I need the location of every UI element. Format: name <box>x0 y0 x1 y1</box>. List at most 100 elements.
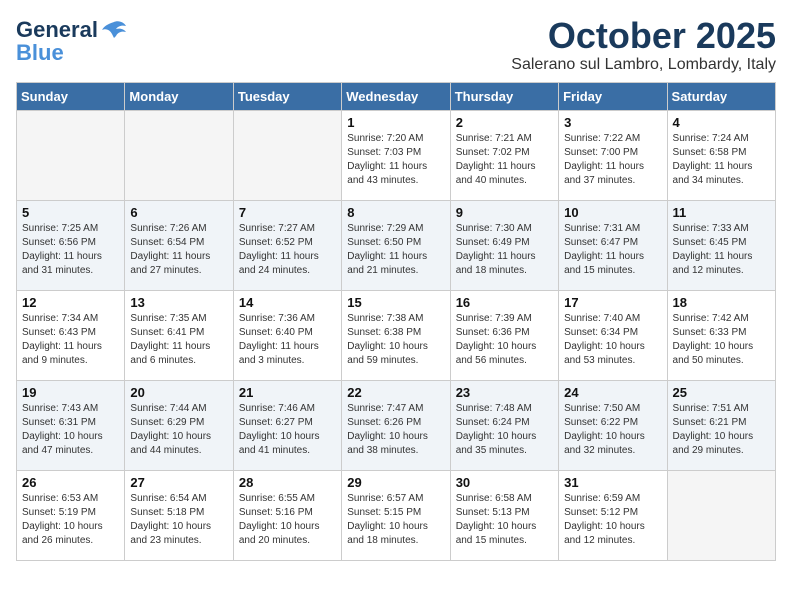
day-number: 16 <box>456 295 553 310</box>
calendar-cell: 4 Sunrise: 7:24 AMSunset: 6:58 PMDaylight… <box>667 110 775 200</box>
calendar-cell: 5 Sunrise: 7:25 AMSunset: 6:56 PMDaylight… <box>17 200 125 290</box>
day-number: 23 <box>456 385 553 400</box>
day-number: 19 <box>22 385 119 400</box>
day-number: 12 <box>22 295 119 310</box>
day-number: 7 <box>239 205 336 220</box>
day-info: Sunrise: 7:43 AMSunset: 6:31 PMDaylight:… <box>22 402 119 458</box>
col-header-saturday: Saturday <box>667 82 775 110</box>
day-number: 5 <box>22 205 119 220</box>
calendar-cell: 23 Sunrise: 7:48 AMSunset: 6:24 PMDayligh… <box>450 380 558 470</box>
calendar-cell: 6Sunrise: 7:26 AMSunset: 6:54 PMDaylight… <box>125 200 233 290</box>
day-number: 17 <box>564 295 661 310</box>
calendar-cell <box>233 110 341 200</box>
day-info: Sunrise: 7:50 AMSunset: 6:22 PMDaylight:… <box>564 402 661 458</box>
day-number: 11 <box>673 205 770 220</box>
day-info: Sunrise: 7:40 AMSunset: 6:34 PMDaylight:… <box>564 312 661 368</box>
calendar-cell: 13Sunrise: 7:35 AMSunset: 6:41 PMDayligh… <box>125 290 233 380</box>
day-number: 2 <box>456 115 553 130</box>
day-number: 21 <box>239 385 336 400</box>
calendar-cell: 8 Sunrise: 7:29 AMSunset: 6:50 PMDaylight… <box>342 200 450 290</box>
calendar-week-row: 26Sunrise: 6:53 AMSunset: 5:19 PMDayligh… <box>17 470 776 560</box>
day-info: Sunrise: 7:29 AMSunset: 6:50 PMDaylight:… <box>347 222 444 278</box>
day-info: Sunrise: 7:42 AMSunset: 6:33 PMDaylight:… <box>673 312 770 368</box>
calendar-cell <box>667 470 775 560</box>
day-info: Sunrise: 7:51 AMSunset: 6:21 PMDaylight:… <box>673 402 770 458</box>
day-info: Sunrise: 7:26 AMSunset: 6:54 PMDaylight:… <box>130 222 227 278</box>
calendar-cell: 21 Sunrise: 7:46 AMSunset: 6:27 PMDayligh… <box>233 380 341 470</box>
day-info: Sunrise: 7:44 AMSunset: 6:29 PMDaylight:… <box>130 402 227 458</box>
day-number: 28 <box>239 475 336 490</box>
calendar-table: SundayMondayTuesdayWednesdayThursdayFrid… <box>16 82 776 561</box>
calendar-cell: 18 Sunrise: 7:42 AMSunset: 6:33 PMDayligh… <box>667 290 775 380</box>
day-number: 25 <box>673 385 770 400</box>
day-info: Sunrise: 7:35 AMSunset: 6:41 PMDaylight:… <box>130 312 227 368</box>
calendar-cell: 25 Sunrise: 7:51 AMSunset: 6:21 PMDayligh… <box>667 380 775 470</box>
day-info: Sunrise: 6:58 AMSunset: 5:13 PMDaylight:… <box>456 492 553 548</box>
day-info: Sunrise: 7:33 AMSunset: 6:45 PMDaylight:… <box>673 222 770 278</box>
location-subtitle: Salerano sul Lambro, Lombardy, Italy <box>511 56 776 74</box>
day-info: Sunrise: 7:24 AMSunset: 6:58 PMDaylight:… <box>673 132 770 188</box>
day-info: Sunrise: 7:47 AMSunset: 6:26 PMDaylight:… <box>347 402 444 458</box>
day-number: 30 <box>456 475 553 490</box>
calendar-cell: 7 Sunrise: 7:27 AMSunset: 6:52 PMDaylight… <box>233 200 341 290</box>
month-title: October 2025 <box>511 16 776 56</box>
calendar-cell: 22 Sunrise: 7:47 AMSunset: 6:26 PMDayligh… <box>342 380 450 470</box>
day-number: 22 <box>347 385 444 400</box>
day-info: Sunrise: 6:59 AMSunset: 5:12 PMDaylight:… <box>564 492 661 548</box>
calendar-cell: 29 Sunrise: 6:57 AMSunset: 5:15 PMDayligh… <box>342 470 450 560</box>
calendar-cell: 14Sunrise: 7:36 AMSunset: 6:40 PMDayligh… <box>233 290 341 380</box>
day-number: 4 <box>673 115 770 130</box>
calendar-cell: 9 Sunrise: 7:30 AMSunset: 6:49 PMDaylight… <box>450 200 558 290</box>
calendar-cell: 15 Sunrise: 7:38 AMSunset: 6:38 PMDayligh… <box>342 290 450 380</box>
calendar-cell: 1 Sunrise: 7:20 AMSunset: 7:03 PMDaylight… <box>342 110 450 200</box>
day-info: Sunrise: 7:27 AMSunset: 6:52 PMDaylight:… <box>239 222 336 278</box>
calendar-cell: 20 Sunrise: 7:44 AMSunset: 6:29 PMDayligh… <box>125 380 233 470</box>
day-number: 18 <box>673 295 770 310</box>
day-number: 9 <box>456 205 553 220</box>
day-number: 8 <box>347 205 444 220</box>
calendar-cell: 19 Sunrise: 7:43 AMSunset: 6:31 PMDayligh… <box>17 380 125 470</box>
calendar-cell: 2 Sunrise: 7:21 AMSunset: 7:02 PMDaylight… <box>450 110 558 200</box>
day-info: Sunrise: 7:22 AMSunset: 7:00 PMDaylight:… <box>564 132 661 188</box>
logo: General Blue <box>16 16 128 66</box>
day-info: Sunrise: 7:46 AMSunset: 6:27 PMDaylight:… <box>239 402 336 458</box>
col-header-thursday: Thursday <box>450 82 558 110</box>
day-info: Sunrise: 7:30 AMSunset: 6:49 PMDaylight:… <box>456 222 553 278</box>
col-header-monday: Monday <box>125 82 233 110</box>
day-info: Sunrise: 7:38 AMSunset: 6:38 PMDaylight:… <box>347 312 444 368</box>
calendar-cell: 30 Sunrise: 6:58 AMSunset: 5:13 PMDayligh… <box>450 470 558 560</box>
col-header-friday: Friday <box>559 82 667 110</box>
day-number: 24 <box>564 385 661 400</box>
day-info: Sunrise: 7:36 AMSunset: 6:40 PMDaylight:… <box>239 312 336 368</box>
day-number: 31 <box>564 475 661 490</box>
day-info: Sunrise: 7:34 AMSunset: 6:43 PMDaylight:… <box>22 312 119 368</box>
day-info: Sunrise: 6:55 AMSunset: 5:16 PMDaylight:… <box>239 492 336 548</box>
calendar-cell: 31 Sunrise: 6:59 AMSunset: 5:12 PMDayligh… <box>559 470 667 560</box>
calendar-cell: 3Sunrise: 7:22 AMSunset: 7:00 PMDaylight… <box>559 110 667 200</box>
day-info: Sunrise: 7:20 AMSunset: 7:03 PMDaylight:… <box>347 132 444 188</box>
day-number: 1 <box>347 115 444 130</box>
day-number: 20 <box>130 385 227 400</box>
calendar-cell: 24 Sunrise: 7:50 AMSunset: 6:22 PMDayligh… <box>559 380 667 470</box>
calendar-cell: 26Sunrise: 6:53 AMSunset: 5:19 PMDayligh… <box>17 470 125 560</box>
calendar-cell: 28 Sunrise: 6:55 AMSunset: 5:16 PMDayligh… <box>233 470 341 560</box>
calendar-cell <box>125 110 233 200</box>
day-info: Sunrise: 7:25 AMSunset: 6:56 PMDaylight:… <box>22 222 119 278</box>
logo-bird-icon <box>100 16 128 44</box>
day-info: Sunrise: 7:31 AMSunset: 6:47 PMDaylight:… <box>564 222 661 278</box>
calendar-cell: 27Sunrise: 6:54 AMSunset: 5:18 PMDayligh… <box>125 470 233 560</box>
col-header-tuesday: Tuesday <box>233 82 341 110</box>
day-info: Sunrise: 7:21 AMSunset: 7:02 PMDaylight:… <box>456 132 553 188</box>
calendar-cell: 12 Sunrise: 7:34 AMSunset: 6:43 PMDayligh… <box>17 290 125 380</box>
day-number: 15 <box>347 295 444 310</box>
day-info: Sunrise: 6:54 AMSunset: 5:18 PMDaylight:… <box>130 492 227 548</box>
calendar-cell: 10Sunrise: 7:31 AMSunset: 6:47 PMDayligh… <box>559 200 667 290</box>
day-info: Sunrise: 7:48 AMSunset: 6:24 PMDaylight:… <box>456 402 553 458</box>
page-header: General Blue October 2025 Salerano sul L… <box>16 16 776 74</box>
calendar-cell <box>17 110 125 200</box>
day-number: 29 <box>347 475 444 490</box>
calendar-cell: 16 Sunrise: 7:39 AMSunset: 6:36 PMDayligh… <box>450 290 558 380</box>
day-info: Sunrise: 7:39 AMSunset: 6:36 PMDaylight:… <box>456 312 553 368</box>
day-info: Sunrise: 6:57 AMSunset: 5:15 PMDaylight:… <box>347 492 444 548</box>
calendar-week-row: 1 Sunrise: 7:20 AMSunset: 7:03 PMDaylight… <box>17 110 776 200</box>
